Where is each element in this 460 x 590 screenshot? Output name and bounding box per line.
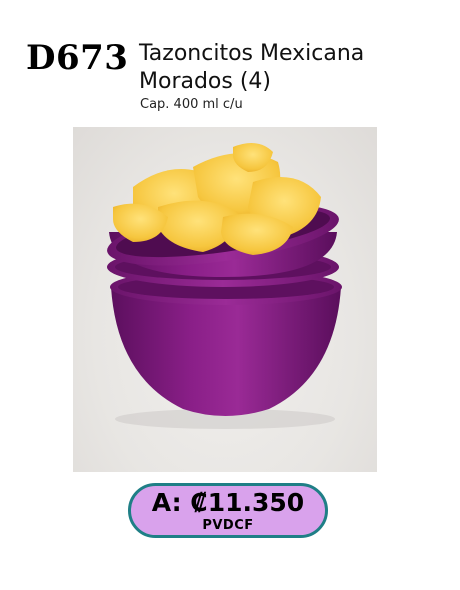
product-photo — [73, 127, 377, 472]
product-title: Tazoncitos Mexicana Morados (4) — [139, 40, 439, 96]
bowl-body — [111, 287, 341, 416]
price-label: A: ₡11.350 — [151, 488, 305, 517]
product-code: D673 — [26, 38, 129, 78]
product-title-line-2: Morados (4) — [139, 69, 272, 94]
price-badge: A: ₡11.350 PVDCF — [128, 483, 328, 538]
purple-bowls-illustration — [107, 143, 342, 429]
product-title-line-1: Tazoncitos Mexicana — [139, 41, 365, 66]
price-note: PVDCF — [202, 518, 254, 533]
product-capacity: Cap. 400 ml c/u — [140, 97, 243, 112]
